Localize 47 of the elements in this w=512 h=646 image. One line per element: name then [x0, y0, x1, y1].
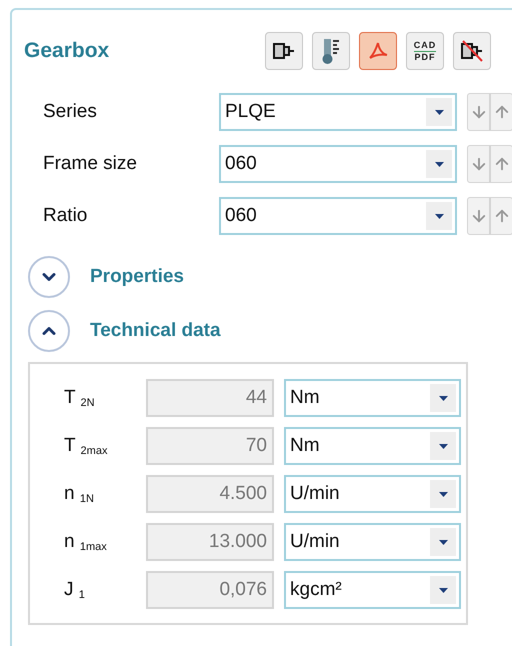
- field-label: Frame size: [43, 152, 138, 176]
- panel-title: Gearbox: [24, 38, 110, 64]
- caret-icon: [438, 588, 448, 592]
- caret-icon: [438, 396, 448, 400]
- unit-dropdown[interactable]: Nm: [284, 379, 461, 417]
- caret-icon: [434, 162, 444, 166]
- dropdown-field[interactable]: 060: [219, 197, 457, 235]
- symbol-label: n $_{1max}$: [63, 530, 108, 554]
- value-field: 44: [146, 379, 274, 417]
- dropdown-field[interactable]: PLQE: [219, 93, 457, 131]
- motor-icon: [272, 41, 296, 61]
- caret-icon: [434, 214, 444, 218]
- unit-dropdown[interactable]: kgcm²: [284, 571, 461, 609]
- caret-icon: [438, 540, 448, 544]
- move-up-button[interactable]: [490, 145, 512, 183]
- field-label: Series: [43, 100, 98, 124]
- section-title: Properties: [90, 264, 184, 289]
- symbol-label: T $_{2N}$: [63, 386, 96, 410]
- move-down-button[interactable]: [467, 93, 490, 131]
- cad-pdf-button[interactable]: CAD PDF: [406, 32, 444, 70]
- caret-icon: [438, 492, 448, 496]
- value-field: 70: [146, 427, 274, 465]
- value-field: 0,076: [146, 571, 274, 609]
- toolbar-button[interactable]: [265, 32, 303, 70]
- field-label: Ratio: [43, 204, 88, 228]
- symbol-label: n $_{1N}$: [63, 482, 95, 506]
- unit-dropdown[interactable]: U/min: [284, 523, 461, 561]
- collapse-button[interactable]: [28, 310, 70, 352]
- symbol-label: J $_{1}$: [63, 578, 86, 602]
- section-title: Technical data: [90, 318, 221, 343]
- move-down-button[interactable]: [467, 145, 490, 183]
- dropdown-field[interactable]: 060: [219, 145, 457, 183]
- value-field: 4.500: [146, 475, 274, 513]
- toolbar-button[interactable]: [453, 32, 491, 70]
- value-field: 13.000: [146, 523, 274, 561]
- motor-crossed-icon: [460, 40, 484, 62]
- unit-dropdown[interactable]: Nm: [284, 427, 461, 465]
- move-up-button[interactable]: [490, 197, 512, 235]
- caret-icon: [434, 110, 444, 114]
- symbol-label: T $_{2max}$: [63, 434, 108, 458]
- thermometer-icon: [320, 37, 342, 65]
- caret-icon: [438, 444, 448, 448]
- toolbar-button[interactable]: [312, 32, 350, 70]
- move-up-button[interactable]: [490, 93, 512, 131]
- expand-button[interactable]: [28, 256, 70, 298]
- unit-dropdown[interactable]: U/min: [284, 475, 461, 513]
- move-down-button[interactable]: [467, 197, 490, 235]
